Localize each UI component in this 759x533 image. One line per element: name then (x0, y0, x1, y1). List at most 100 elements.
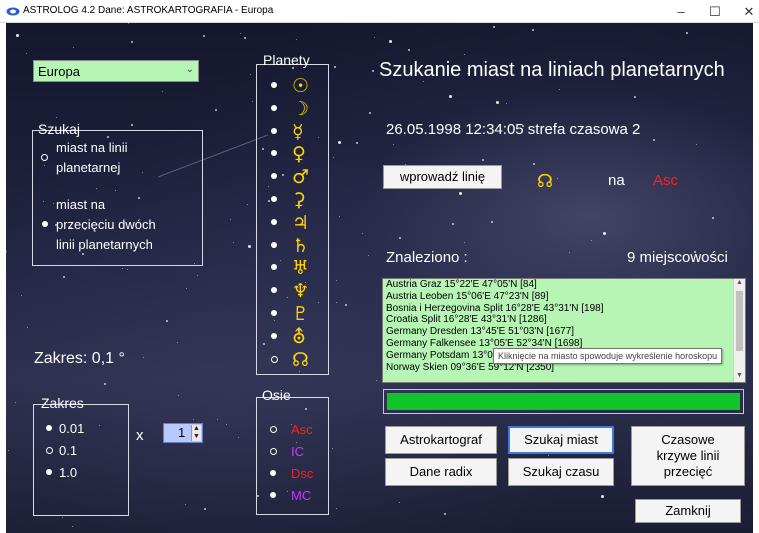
minimize-button[interactable]: – (664, 0, 698, 23)
planet-option-mars[interactable]: ♂ (271, 166, 321, 188)
range-value-text: Zakres: 0,1 ° (34, 350, 125, 367)
uranus-icon: ♅ (292, 257, 310, 280)
radio-selected (271, 287, 277, 294)
main-panel: Europa ⌄ Szukaj miast na linii planetarn… (6, 23, 753, 533)
range-option-1-0[interactable]: 1.0 (46, 465, 77, 480)
progress-fill (387, 393, 740, 410)
planet-option-north-node[interactable]: ☊ (271, 349, 321, 371)
axis-option-dsc[interactable]: Dsc (270, 465, 330, 483)
planet-option-saturn[interactable]: ♄ (271, 235, 321, 257)
maximize-button[interactable]: ☐ (698, 0, 732, 23)
option-line-label-2: planetarnej (56, 160, 121, 175)
scroll-down-icon[interactable]: ▼ (734, 372, 745, 382)
planet-option-uranus[interactable]: ♅ (271, 257, 321, 279)
search-mode-intersection-option[interactable]: miast na przecięciu dwóch linii planetar… (41, 195, 156, 255)
chevron-down-icon: ⌄ (185, 64, 194, 75)
region-select-value: Europa (38, 64, 80, 79)
planet-option-venus[interactable]: ♀ (271, 143, 321, 165)
axis-option-mc[interactable]: MC (270, 487, 330, 505)
astrocartograph-button[interactable]: Astrokartograf (385, 426, 497, 454)
multiplier-stepper[interactable]: 1 ▲ ▼ (163, 423, 203, 443)
stepper-arrows-icon[interactable]: ▲ ▼ (191, 425, 201, 441)
found-label: Znaleziono : (386, 249, 468, 266)
radio-selected (271, 127, 277, 134)
tooltip: Kliknięcie na miasto spowoduje wykreślen… (493, 348, 723, 364)
option-intersection-label-2: przecięciu dwóch (56, 217, 156, 232)
list-item[interactable]: Austria Leoben 15°06'E 47°23'N [89] (383, 291, 745, 303)
mercury-icon: ☿ (292, 120, 304, 143)
option-line-label-1: miast na linii (56, 140, 128, 155)
enter-line-button[interactable]: wprowadź linię (383, 165, 502, 189)
sun-icon: ☉ (292, 75, 310, 97)
axes-legend: Osie (262, 387, 291, 403)
chiron-icon: ⛢ (292, 325, 306, 348)
search-time-button[interactable]: Szukaj czasu (508, 458, 614, 486)
radio-selected (271, 264, 277, 271)
venus-icon: ♀ (292, 143, 306, 166)
planet-option-sun[interactable]: ☉ (271, 75, 321, 97)
axis-label: Asc (291, 422, 313, 437)
planet-option-pluto[interactable]: ♇ (271, 303, 321, 325)
close-window-button[interactable]: ✕ (732, 0, 759, 23)
window-title: ASTROLOG 4.2 Dane: ASTROKARTOGRAFIA - Eu… (23, 5, 274, 16)
asc-label: Asc (653, 172, 679, 189)
axis-option-ic[interactable]: IC (270, 443, 330, 461)
list-item[interactable]: Bosnia i Herzegovina Split 16°28'E 43°31… (383, 303, 745, 315)
planet-option-chiron[interactable]: ⛢ (271, 326, 321, 348)
planet-option-jupiter[interactable]: ♃ (271, 212, 321, 234)
jupiter-icon: ♃ (292, 211, 310, 234)
radio-selected (271, 104, 277, 111)
radio-unselected (270, 426, 277, 433)
range-option-0-1[interactable]: 0.1 (46, 443, 77, 458)
scroll-up-icon[interactable]: ▲ (734, 279, 745, 289)
axis-label: MC (291, 488, 312, 503)
option-intersection-label-1: miast na (56, 197, 106, 212)
radio-selected (271, 218, 277, 225)
radio-unselected (46, 447, 53, 454)
list-item[interactable]: Germany Dresden 13°45'E 51°03'N [1677] (383, 326, 745, 338)
multiplier-value: 1 (178, 425, 186, 440)
range-option-0-01[interactable]: 0.01 (46, 421, 84, 436)
search-mode-line-option[interactable]: miast na linii planetarnej (41, 138, 128, 178)
radio-selected (270, 492, 276, 498)
datetime-info: 26.05.1998 12:34:05 strefa czasowa 2 (386, 121, 641, 138)
planets-legend: Planety (263, 52, 310, 68)
region-select[interactable]: Europa ⌄ (33, 60, 199, 82)
planet-option-ceres[interactable]: ⚳ (271, 189, 321, 211)
close-button[interactable]: Zamknij (635, 499, 741, 523)
radio-selected (271, 150, 277, 157)
list-item[interactable]: Croatia Split 16°28'E 43°31'N [1286] (383, 314, 745, 326)
radio-selected (271, 173, 277, 180)
progress-bar (383, 389, 744, 414)
radio-selected (46, 425, 52, 431)
radio-unselected (41, 154, 48, 161)
axis-option-asc[interactable]: Asc (270, 421, 330, 439)
planet-option-mercury[interactable]: ☿ (271, 121, 321, 143)
radio-selected (271, 241, 277, 248)
range-legend: Zakres (41, 395, 84, 411)
ceres-icon: ⚳ (292, 189, 306, 211)
results-scrollbar[interactable]: ▲ ▼ (733, 279, 745, 382)
planet-option-neptune[interactable]: ♆ (271, 280, 321, 302)
pluto-icon: ♇ (292, 303, 310, 325)
title-bar: ASTROLOG 4.2 Dane: ASTROKARTOGRAFIA - Eu… (0, 0, 759, 23)
search-cities-button[interactable]: Szukaj miast (508, 426, 614, 454)
planet-option-moon[interactable]: ☽ (271, 98, 321, 120)
results-list[interactable]: Austria Graz 15°22'E 47°05'N [84] Austria… (382, 278, 746, 383)
radio-selected (42, 221, 48, 227)
search-mode-legend: Szukaj (38, 121, 81, 137)
scroll-thumb[interactable] (736, 291, 743, 351)
radix-data-button[interactable]: Dane radix (385, 458, 497, 486)
radio-selected (271, 196, 277, 202)
axis-label: Dsc (291, 466, 314, 481)
time-curves-button[interactable]: Czasowe krzywe linii przecięć (631, 426, 745, 486)
app-icon (6, 7, 20, 16)
north-node-icon: ☊ (537, 171, 553, 192)
radio-selected (46, 469, 52, 475)
moon-icon: ☽ (292, 97, 310, 120)
radio-unselected (270, 448, 277, 455)
neptune-icon: ♆ (292, 280, 310, 303)
radio-selected (271, 332, 277, 339)
saturn-icon: ♄ (292, 234, 310, 257)
list-item[interactable]: Austria Graz 15°22'E 47°05'N [84] (383, 279, 745, 291)
